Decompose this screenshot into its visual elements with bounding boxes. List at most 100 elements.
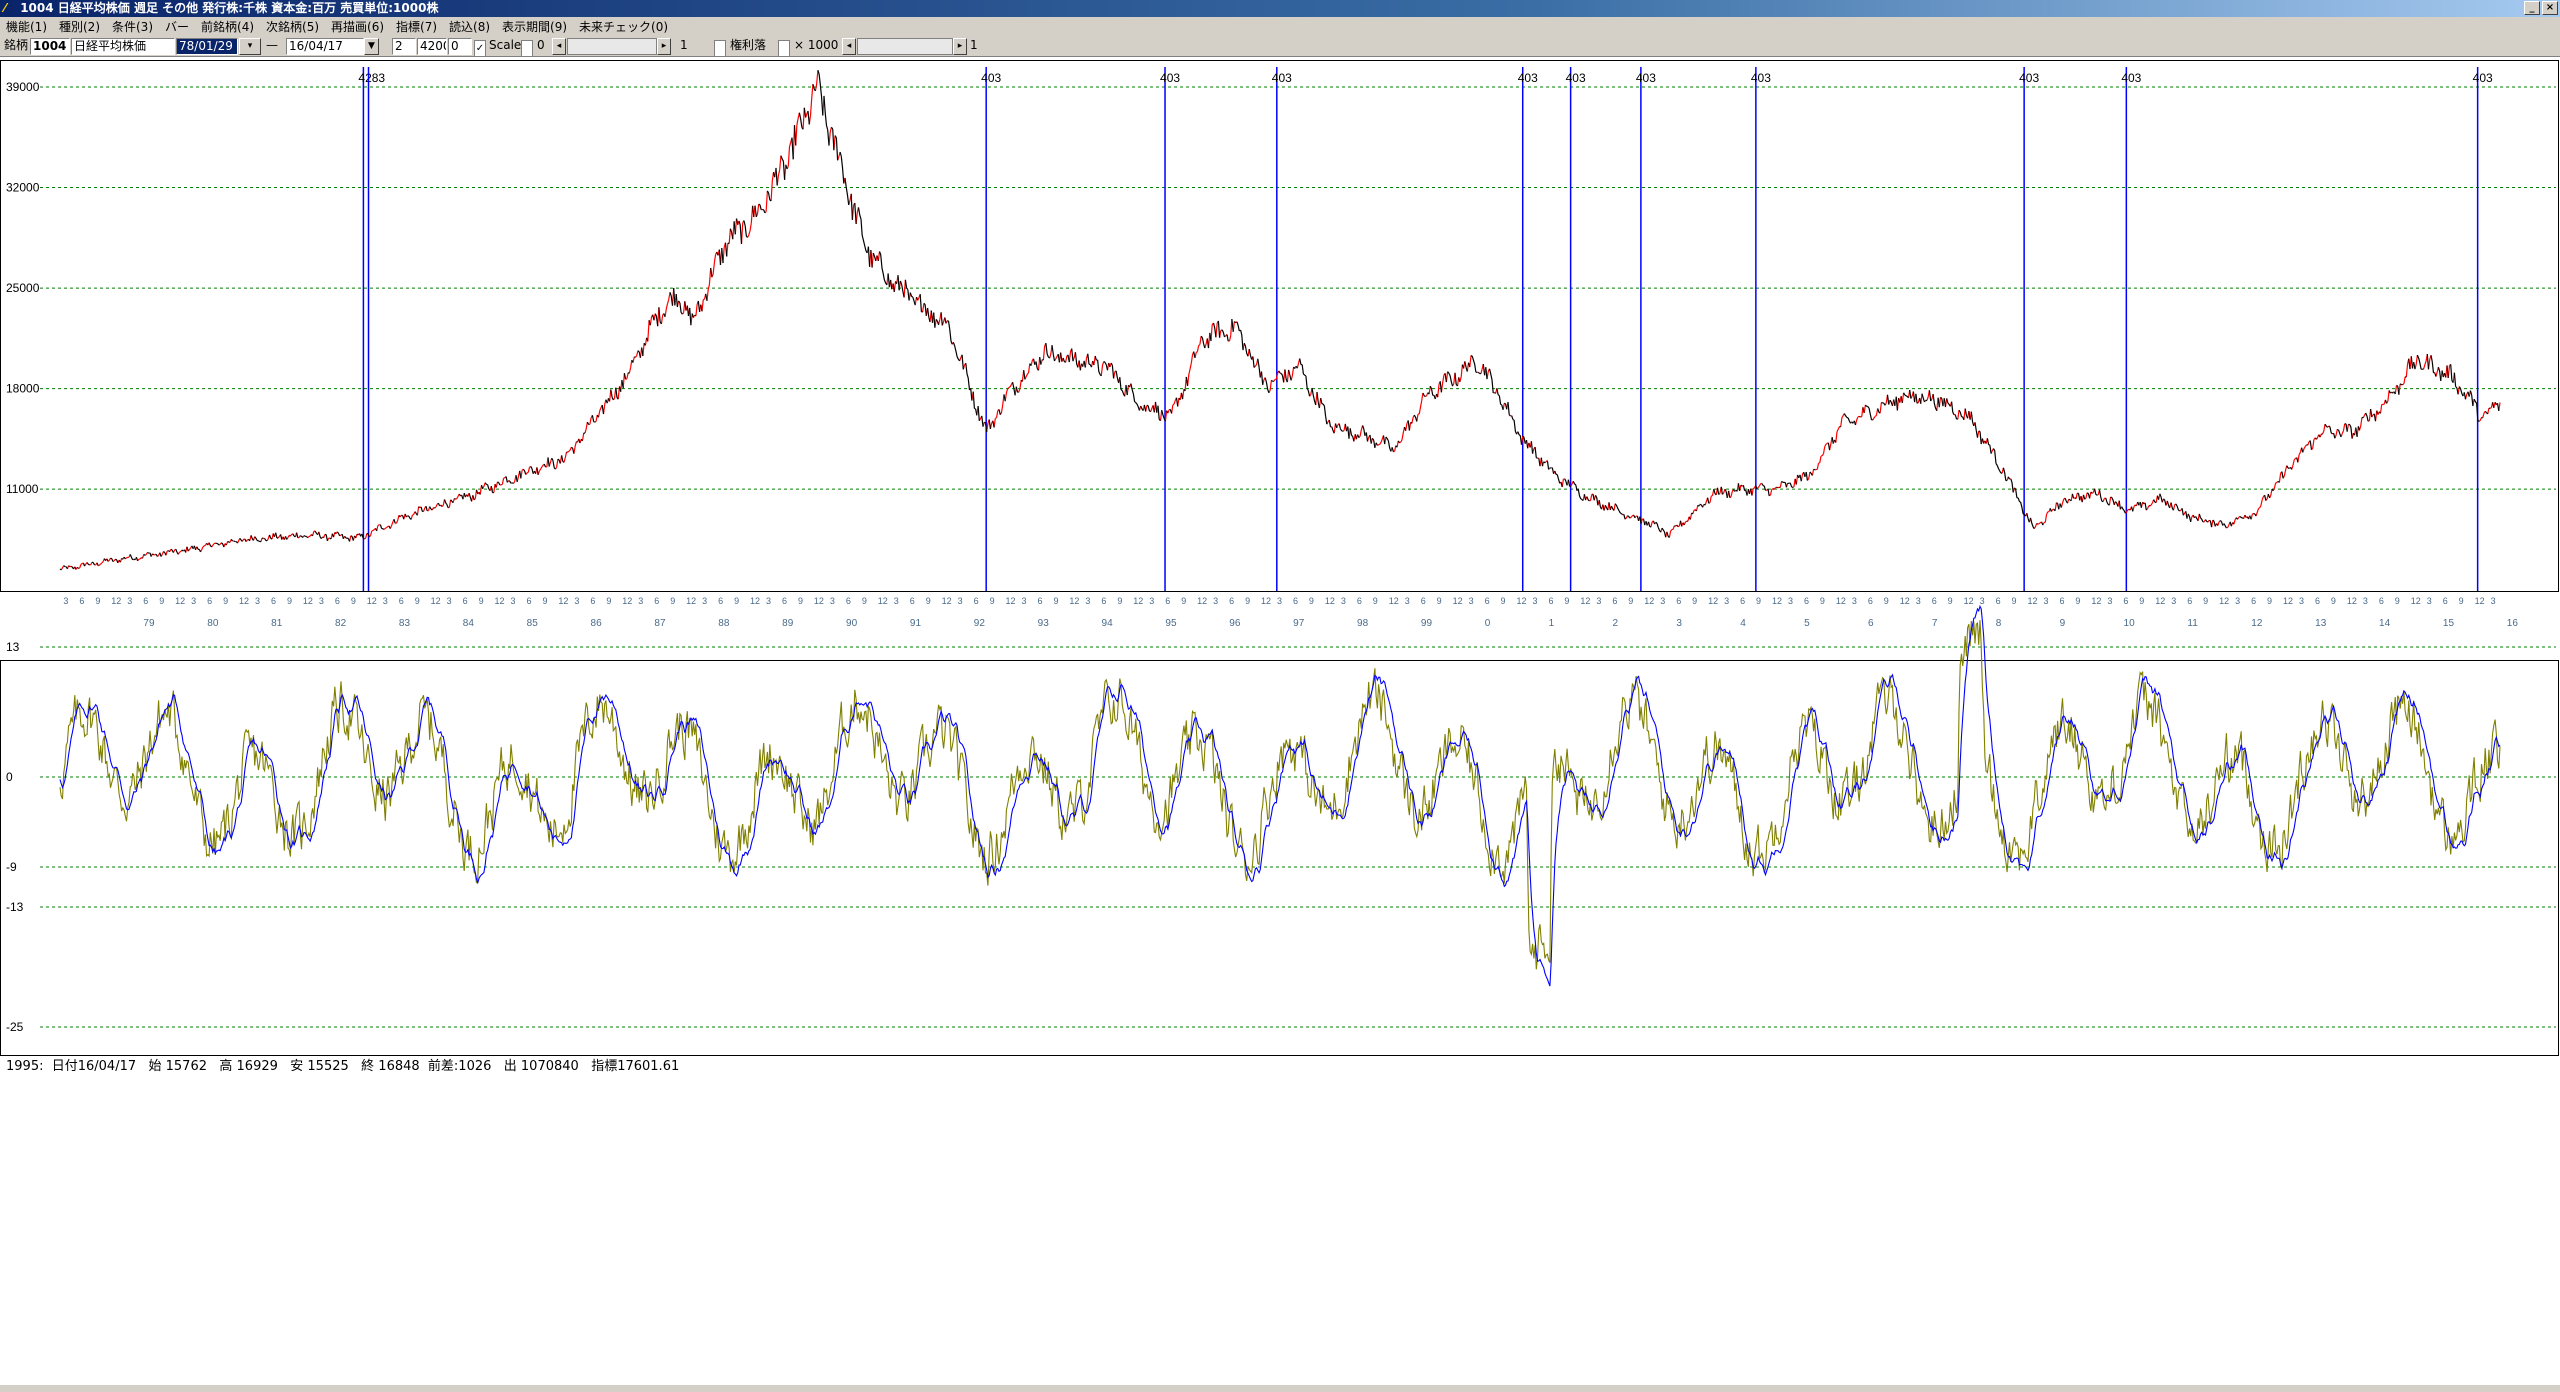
month-tick-label: 9	[926, 596, 931, 606]
param2-input[interactable]: 4200	[417, 38, 447, 55]
month-tick-label: 6	[1612, 596, 1617, 606]
scale-checkbox[interactable]	[521, 40, 533, 57]
param1-input[interactable]: 2	[392, 38, 416, 55]
month-tick-label: 6	[1932, 596, 1937, 606]
month-tick-label: 3	[383, 596, 388, 606]
scroll-right-icon[interactable]: ▸	[953, 38, 967, 55]
year-label: 97	[1293, 618, 1305, 629]
indicator-tick-label: -13	[6, 900, 24, 914]
scale-scrollbar[interactable]	[567, 38, 657, 55]
month-tick-label: 6	[1676, 596, 1681, 606]
month-tick-label: 3	[2043, 596, 2048, 606]
param3-input[interactable]: 0	[448, 38, 472, 55]
window-title: 1004 日経平均株価 週足 その他 発行株:千株 資本金:百万 売買単位:10…	[20, 1, 439, 15]
month-tick-label: 3	[574, 596, 579, 606]
menu-item-redraw[interactable]: 再描画(6)	[331, 18, 384, 35]
month-tick-label: 9	[1564, 596, 1569, 606]
month-tick-label: 3	[1788, 596, 1793, 606]
month-tick-label: 9	[798, 596, 803, 606]
month-tick-label: 9	[1692, 596, 1697, 606]
price-chart-panel: 11000180002500032000390004283 403 403 403 40…	[0, 60, 2559, 629]
start-date-input[interactable]: 78/01/29	[176, 38, 238, 55]
event-marker-label: 403	[1160, 71, 1180, 85]
menu-item-prev-symbol[interactable]: 前銘柄(4)	[201, 18, 254, 35]
rights-label: 権利落	[730, 38, 767, 52]
month-tick-label: 12	[431, 596, 441, 606]
month-tick-label: 9	[1820, 596, 1825, 606]
menu-item-next-symbol[interactable]: 次銘柄(5)	[266, 18, 319, 35]
close-icon[interactable]: ×	[2542, 1, 2558, 15]
scroll-right-icon[interactable]: ▸	[657, 38, 671, 55]
month-tick-label: 6	[2315, 596, 2320, 606]
month-tick-label: 3	[1980, 596, 1985, 606]
scroll-left-icon[interactable]: ◂	[842, 38, 856, 55]
date-spin-icon[interactable]: ▾	[239, 38, 261, 55]
symbol-label: 銘柄	[4, 38, 29, 52]
month-tick-label: 12	[1261, 596, 1271, 606]
month-tick-label: 9	[1756, 596, 1761, 606]
year-label: 91	[910, 618, 922, 629]
menu-item-indicator[interactable]: 指標(7)	[396, 18, 437, 35]
year-label: 86	[591, 618, 603, 629]
year-label: 81	[271, 618, 283, 629]
x1000-checkbox[interactable]	[778, 40, 790, 57]
minimize-icon[interactable]: _	[2524, 1, 2540, 15]
month-tick-label: 3	[1405, 596, 1410, 606]
year-label: 99	[1421, 618, 1433, 629]
month-tick-label: 12	[1197, 596, 1207, 606]
month-tick-label: 12	[750, 596, 760, 606]
month-tick-label: 6	[1229, 596, 1234, 606]
menu-item-display-period[interactable]: 表示期間(9)	[502, 18, 567, 35]
month-tick-label: 9	[2331, 596, 2336, 606]
month-tick-label: 9	[2267, 596, 2272, 606]
chevron-down-icon[interactable]: ▼	[364, 38, 379, 55]
period-scrollbar[interactable]	[857, 38, 953, 55]
indicator-tick-label: -9	[6, 860, 17, 874]
month-tick-label: 9	[1948, 596, 1953, 606]
month-tick-label: 12	[686, 596, 696, 606]
menu-item-future-check[interactable]: 未来チェック(0)	[579, 18, 668, 35]
month-tick-label: 12	[942, 596, 952, 606]
month-tick-label: 3	[1916, 596, 1921, 606]
month-tick-label: 9	[1628, 596, 1633, 606]
scroll-left-icon[interactable]: ◂	[552, 38, 566, 55]
window-controls: _ ×	[2524, 1, 2558, 15]
menu-item-load[interactable]: 読込(8)	[449, 18, 490, 35]
month-tick-label: 9	[1245, 596, 1250, 606]
month-tick-label: 6	[2059, 596, 2064, 606]
menu-item-function[interactable]: 機能(1)	[6, 18, 47, 35]
indicator-series-smoothed	[59, 604, 2501, 987]
year-label: 1	[1549, 618, 1555, 629]
year-label: 89	[782, 618, 794, 629]
month-tick-label: 12	[2411, 596, 2421, 606]
month-tick-label: 6	[463, 596, 468, 606]
month-tick-label: 3	[766, 596, 771, 606]
count2-value: 1	[970, 38, 978, 52]
month-tick-label: 3	[255, 596, 260, 606]
month-tick-label: 3	[447, 596, 452, 606]
month-tick-label: 6	[79, 596, 84, 606]
month-tick-label: 3	[511, 596, 516, 606]
event-marker-label: 403	[1751, 71, 1771, 85]
menu-item-condition[interactable]: 条件(3)	[112, 18, 153, 35]
menu-item-bar[interactable]: バー	[165, 18, 189, 35]
event-marker-label: 403	[1566, 71, 1586, 85]
month-tick-label: 9	[2012, 596, 2017, 606]
year-label: 5	[1804, 618, 1810, 629]
year-label: 16	[2507, 618, 2519, 629]
month-tick-label: 9	[223, 596, 228, 606]
month-tick-label: 3	[2491, 596, 2496, 606]
month-tick-label: 9	[2203, 596, 2208, 606]
year-label: 95	[1165, 618, 1177, 629]
price-tick-label: 11000	[6, 482, 39, 496]
year-label: 84	[463, 618, 475, 629]
month-tick-label: 6	[974, 596, 979, 606]
year-label: 0	[1485, 618, 1491, 629]
rights-checkbox[interactable]	[714, 40, 726, 57]
param-checkbox[interactable]: ✓	[474, 40, 486, 57]
end-date-select[interactable]: 16/04/17	[286, 38, 364, 55]
symbol-code-input[interactable]: 1004	[30, 38, 70, 55]
menu-item-type[interactable]: 種別(2)	[59, 18, 100, 35]
month-tick-label: 12	[495, 596, 505, 606]
year-label: 8	[1996, 618, 2002, 629]
